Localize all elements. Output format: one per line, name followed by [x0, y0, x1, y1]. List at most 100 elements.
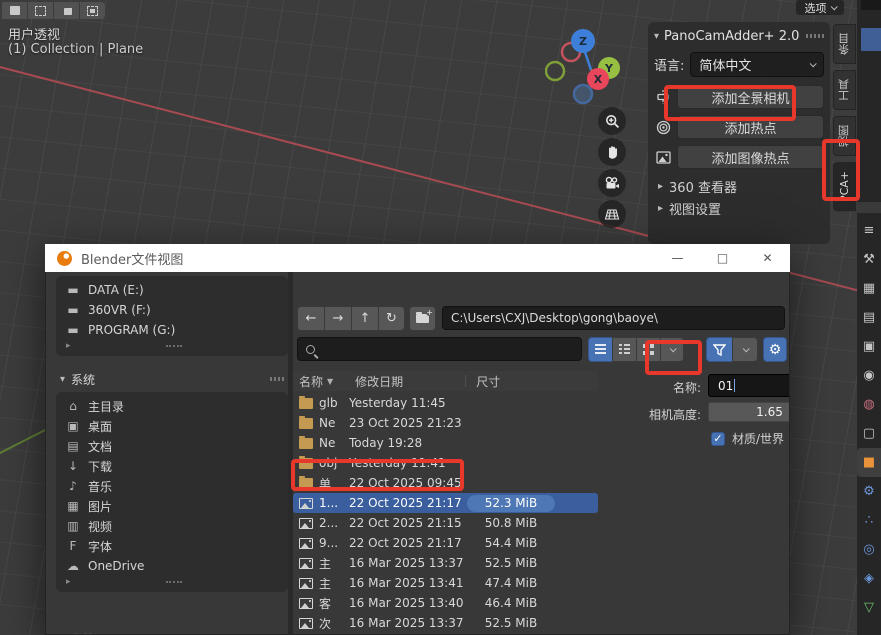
system-item[interactable]: ▥视频 — [56, 516, 288, 536]
tab-scene[interactable]: ◉ — [857, 361, 881, 390]
tab-collection[interactable]: ▢ — [857, 419, 881, 448]
tab-world[interactable]: ◍ — [857, 390, 881, 419]
tab-object[interactable]: ■ — [857, 448, 881, 477]
tab-obj[interactable]: obj Yesterday 11:41 — [293, 453, 598, 473]
ortho-grid-button[interactable] — [598, 200, 626, 228]
video-icon: ▥ — [66, 519, 80, 533]
panel-grip-icon[interactable] — [166, 581, 182, 583]
volume-item[interactable]: ▬360VR (F:) — [56, 300, 288, 320]
maximize-button[interactable]: □ — [700, 244, 745, 272]
material-world-checkbox[interactable]: ✓ — [711, 432, 725, 446]
language-select[interactable]: 简体中文 — [690, 52, 824, 77]
tab-9...[interactable]: 9... 22 Oct 2025 21:17 54.4 MiB — [293, 533, 598, 553]
expand-arrow-icon[interactable]: ▸ — [66, 341, 71, 351]
tab-render[interactable]: ▦ — [857, 274, 881, 303]
tab-glb[interactable]: glb Yesterday 11:45 — [293, 393, 598, 413]
view-axis-gizmo[interactable]: Z Y X — [545, 26, 625, 108]
tab-1...[interactable]: 1... 22 Oct 2025 21:17 52.3 MiB — [293, 493, 598, 513]
add-image-hotspot-button[interactable]: 添加图像热点 — [677, 145, 824, 169]
select-mode-button[interactable] — [2, 2, 27, 19]
new-folder-button[interactable]: + — [409, 306, 436, 331]
pan-button[interactable] — [598, 138, 626, 166]
system-item[interactable]: ↓下载 — [56, 456, 288, 476]
sidebar-tab[interactable]: 条目 — [833, 24, 856, 64]
text-cursor — [734, 379, 735, 392]
system-item[interactable]: ⌂主目录 — [56, 396, 288, 416]
back-button[interactable]: ← — [297, 306, 324, 331]
chevron-down-icon — [810, 60, 817, 67]
tab-data[interactable]: ▽ — [857, 593, 881, 622]
pca-panel-header[interactable]: ▾ PanoCamAdder+ 2.0 — [654, 26, 824, 46]
panel-grip-icon[interactable] — [270, 377, 284, 381]
tab-constraints[interactable]: ◈ — [857, 564, 881, 593]
tab-view-layer[interactable]: ▣ — [857, 332, 881, 361]
options-button[interactable]: 选项 — [796, 0, 844, 15]
tab-Ne[interactable]: Ne 23 Oct 2025 21:23 — [293, 413, 598, 433]
tab-editor-type[interactable]: ≡ — [857, 216, 881, 245]
file-type-icon — [299, 458, 313, 469]
column-name[interactable]: 名称 — [299, 373, 323, 390]
camera-height-field[interactable]: 1.65 — [708, 402, 790, 422]
tab-tool[interactable]: ⚒ — [857, 245, 881, 274]
tab-次[interactable]: 次 16 Mar 2025 13:37 52.5 MiB — [293, 613, 598, 633]
select-mode-button[interactable] — [80, 2, 105, 19]
tab-客[interactable]: 客 16 Mar 2025 13:40 46.4 MiB — [293, 593, 598, 613]
outliner-fragment — [861, 0, 881, 10]
tab-单[interactable]: 单 22 Oct 2025 09:45 — [293, 473, 598, 493]
system-item[interactable]: ♪音乐 — [56, 476, 288, 496]
close-button[interactable]: ✕ — [745, 244, 790, 272]
tab-主[interactable]: 主 16 Mar 2025 13:37 52.5 MiB — [293, 553, 598, 573]
parent-dir-button[interactable]: ↑ — [351, 306, 378, 331]
forward-button[interactable]: → — [324, 306, 351, 331]
column-divider[interactable] — [465, 375, 466, 387]
section-360-viewer[interactable]: ▸ 360 查看器 — [658, 175, 824, 197]
column-size[interactable]: 尺寸 — [476, 373, 500, 390]
sidebar-tab[interactable]: 工具 — [833, 70, 856, 110]
select-mode-button[interactable] — [28, 2, 53, 19]
name-input[interactable]: 01 — [708, 374, 790, 397]
system-section-header[interactable]: ▾ 系统 — [56, 368, 288, 390]
tab-modifiers[interactable]: ⚙ — [857, 477, 881, 506]
add-hotspot-button[interactable]: 添加热点 — [677, 115, 824, 139]
file-type-icon — [299, 438, 313, 449]
camera-view-button[interactable] — [598, 169, 626, 197]
system-item[interactable]: ▤文档 — [56, 436, 288, 456]
system-item[interactable]: ☁OneDrive — [56, 556, 288, 576]
volume-item[interactable]: ▬PROGRAM (G:) — [56, 320, 288, 340]
bookmarks-section-header[interactable]: ▾ 书签 — [56, 628, 288, 635]
tab-Ne[interactable]: Ne Today 19:28 — [293, 433, 598, 453]
tab-output[interactable]: ▤ — [857, 303, 881, 332]
minimize-button[interactable]: — — [655, 244, 700, 272]
refresh-button[interactable]: ↻ — [378, 306, 405, 331]
file-name: 2... — [319, 516, 349, 530]
blender-window: 用户透视 (1) Collection | Plane 选项 Z Y X — [0, 0, 881, 635]
tab-particles[interactable]: ∴ — [857, 506, 881, 535]
sidebar-tab[interactable]: PCA+ — [833, 162, 856, 211]
outliner-selected-row[interactable] — [861, 28, 881, 51]
system-item[interactable]: ▣桌面 — [56, 416, 288, 436]
file-name: 客 — [319, 595, 349, 612]
system-item[interactable]: F字体 — [56, 536, 288, 556]
zoom-button[interactable] — [598, 107, 626, 135]
section-view-settings[interactable]: ▸ 视图设置 — [658, 197, 824, 219]
column-date[interactable]: 修改日期 — [355, 373, 403, 390]
add-pano-camera-button[interactable]: 添加全景相机 — [677, 85, 824, 109]
file-name: 次 — [319, 615, 349, 632]
sort-indicator-icon[interactable]: ▼ — [327, 377, 333, 386]
volume-item[interactable]: ▬DATA (E:) — [56, 280, 288, 300]
sidebar-tab[interactable]: 视图 — [833, 116, 856, 156]
search-input[interactable] — [297, 337, 582, 361]
select-mode-button[interactable] — [54, 2, 79, 19]
tab-2...[interactable]: 2... 22 Oct 2025 21:15 50.8 MiB — [293, 513, 598, 533]
language-label: 语言: — [654, 55, 684, 74]
panel-grip-icon[interactable] — [166, 345, 182, 347]
tab-主[interactable]: 主 16 Mar 2025 13:41 47.4 MiB — [293, 573, 598, 593]
onedrive-icon: ☁ — [66, 559, 80, 573]
tab-physics[interactable]: ◎ — [857, 535, 881, 564]
file-type-icon — [299, 558, 313, 569]
drive-icon: ▬ — [66, 323, 80, 337]
panel-grip-icon[interactable] — [806, 34, 824, 38]
expand-arrow-icon[interactable]: ▸ — [66, 577, 71, 587]
window-titlebar[interactable]: Blender文件视图 — □ ✕ — [45, 244, 790, 272]
system-item[interactable]: ▦图片 — [56, 496, 288, 516]
